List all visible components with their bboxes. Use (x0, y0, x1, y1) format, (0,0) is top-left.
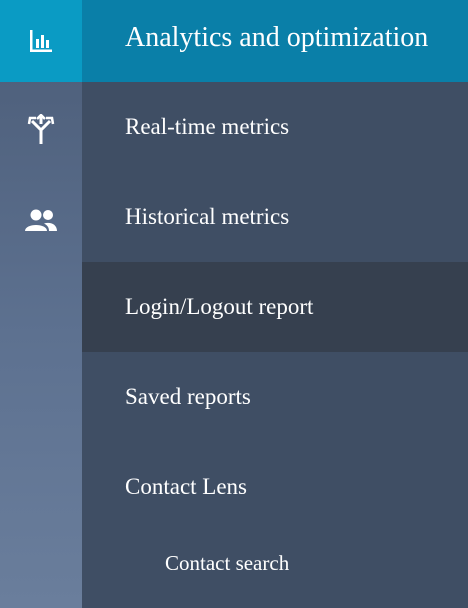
menu-item-contact-lens[interactable]: Contact Lens (82, 442, 468, 532)
icon-rail (0, 0, 82, 608)
menu-item-historical-metrics[interactable]: Historical metrics (82, 172, 468, 262)
routing-icon (27, 114, 55, 144)
panel-header: Analytics and optimization (82, 0, 468, 82)
rail-item-analytics[interactable] (0, 0, 82, 82)
analytics-menu-panel: Analytics and optimization Real-time met… (82, 0, 468, 608)
rail-item-routing[interactable] (0, 90, 82, 170)
users-icon (25, 209, 57, 231)
bar-chart-icon (30, 30, 52, 52)
menu-item-contact-search[interactable]: Contact search (82, 532, 468, 608)
menu-item-login-logout-report[interactable]: Login/Logout report (82, 262, 468, 352)
menu-item-saved-reports[interactable]: Saved reports (82, 352, 468, 442)
rail-item-users[interactable] (0, 180, 82, 260)
panel-title: Analytics and optimization (125, 22, 429, 53)
menu-item-real-time-metrics[interactable]: Real-time metrics (82, 82, 468, 172)
